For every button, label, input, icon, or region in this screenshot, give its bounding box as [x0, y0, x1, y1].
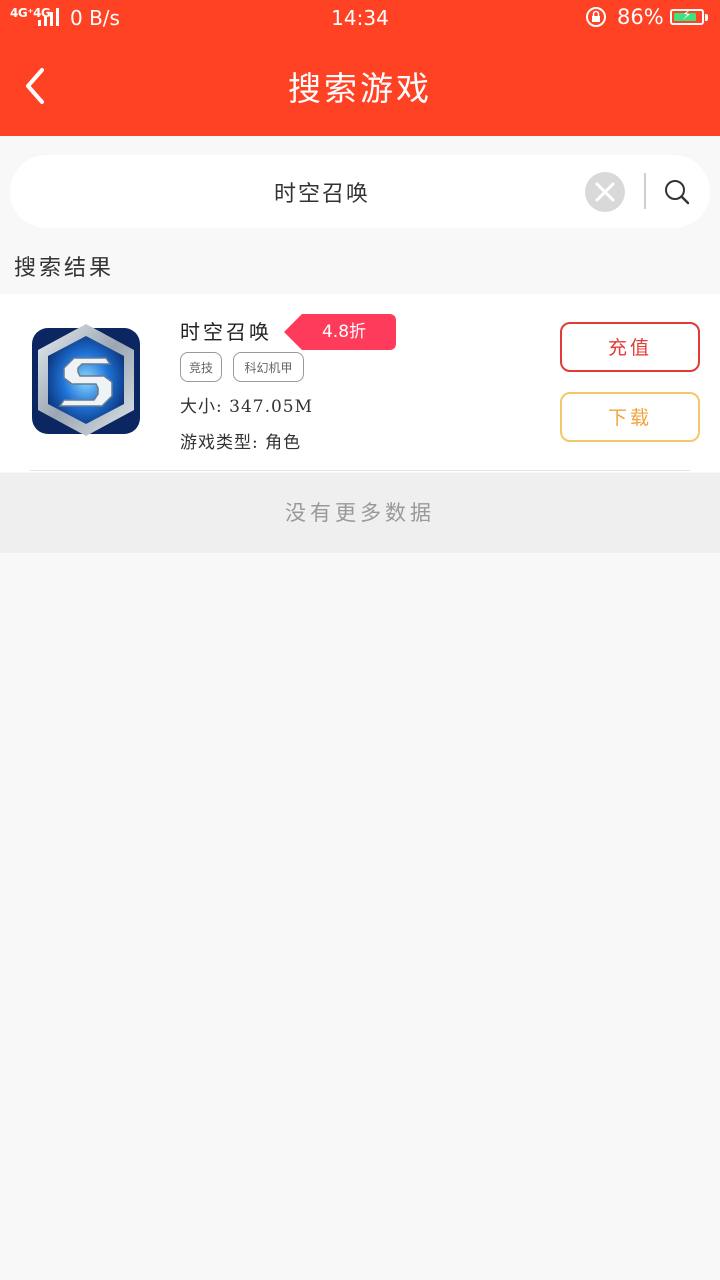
status-bar: 4G⁺4G 0 B/s 14:34 86% ⚡ — [0, 0, 720, 36]
divider — [30, 470, 690, 471]
search-results-heading: 搜索结果 — [14, 256, 115, 281]
search-button[interactable] — [660, 175, 694, 209]
discount-badge: 4.8折 — [284, 314, 396, 350]
page-title: 搜索游戏 — [288, 69, 432, 108]
close-icon — [595, 182, 615, 202]
discount-text: 4.8折 — [321, 322, 367, 342]
game-result-item[interactable]: 时空召唤 4.8折 竞技 科幻机甲 大小: 347.05M 游戏类型: 角色 充… — [0, 294, 720, 472]
search-icon — [665, 180, 690, 205]
game-type: 游戏类型: 角色 — [180, 433, 302, 453]
download-button[interactable]: 下载 — [560, 392, 700, 442]
clear-search-button[interactable] — [585, 172, 625, 212]
search-divider — [644, 173, 646, 209]
battery-tip — [705, 14, 708, 21]
battery-icon: ⚡ — [670, 8, 704, 25]
game-icon — [32, 324, 140, 436]
game-name: 时空召唤 — [180, 320, 272, 344]
title-bar: 搜索游戏 — [0, 36, 720, 136]
search-bar — [10, 155, 710, 228]
tag-item: 竞技 — [180, 352, 222, 382]
search-input[interactable] — [70, 171, 574, 213]
clock: 14:34 — [331, 6, 389, 30]
tag-item: 科幻机甲 — [233, 352, 304, 382]
rotation-lock-icon — [586, 7, 606, 27]
recharge-button[interactable]: 充值 — [560, 322, 700, 372]
game-size: 大小: 347.05M — [180, 397, 314, 417]
battery-percent: 86% — [617, 5, 664, 29]
no-more-data-footer: 没有更多数据 — [0, 473, 720, 553]
